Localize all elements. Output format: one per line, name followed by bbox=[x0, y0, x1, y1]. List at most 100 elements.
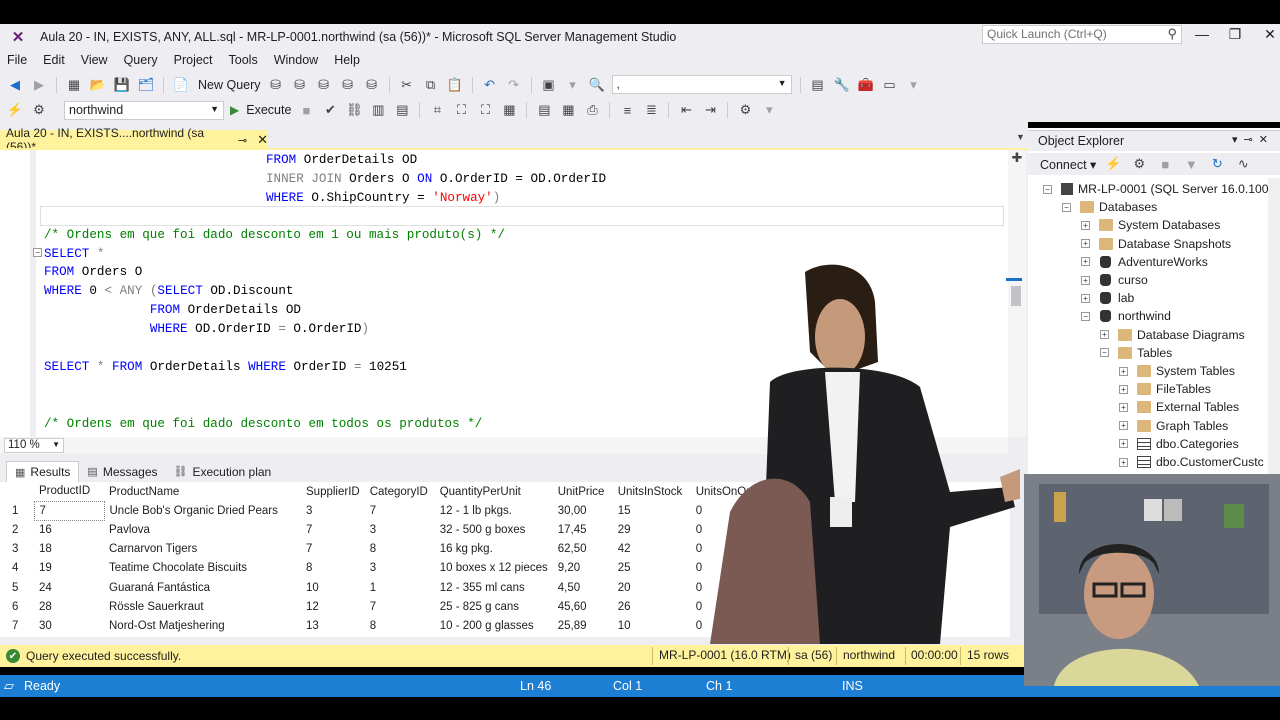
table-cell[interactable]: 4,50 bbox=[553, 578, 613, 597]
code-line[interactable]: FROM Orders O bbox=[44, 265, 142, 279]
tree-node[interactable]: + Database Snapshots bbox=[1081, 235, 1231, 253]
row-number[interactable]: 5 bbox=[0, 578, 34, 597]
expand-icon[interactable]: + bbox=[1119, 366, 1128, 376]
window-layout-icon[interactable]: ▭ bbox=[881, 76, 899, 94]
table-cell[interactable]: 45,60 bbox=[553, 597, 613, 616]
parse-checkmark-icon[interactable]: ✔ bbox=[321, 101, 339, 119]
menu-tools[interactable]: Tools bbox=[221, 53, 266, 67]
database-select[interactable]: northwind ▼ bbox=[64, 100, 224, 120]
results-to-file-icon[interactable]: ⎙ bbox=[583, 101, 601, 119]
code-line[interactable]: SELECT * bbox=[44, 247, 104, 261]
code-line[interactable]: WHERE OD.OrderID = O.OrderID) bbox=[44, 322, 369, 336]
panel-controls[interactable]: ▾⊸✕ bbox=[1232, 133, 1274, 146]
code-line[interactable]: INNER JOIN Orders O ON O.OrderID = OD.Or… bbox=[266, 172, 606, 186]
tree-node[interactable]: + FileTables bbox=[1119, 380, 1211, 398]
expand-icon[interactable]: + bbox=[1081, 275, 1090, 285]
toolbox-icon[interactable]: 🧰 bbox=[857, 76, 875, 94]
specify-values-icon[interactable]: ⚙ bbox=[736, 101, 754, 119]
row-number[interactable]: 1 bbox=[0, 501, 34, 520]
redo-icon[interactable]: ↷ bbox=[505, 76, 523, 94]
table-cell[interactable]: 17,45 bbox=[553, 520, 613, 539]
expand-icon[interactable]: + bbox=[1119, 384, 1128, 394]
query-options-icon[interactable]: ▤ bbox=[393, 101, 411, 119]
tree-node[interactable]: + Database Diagrams bbox=[1100, 326, 1245, 344]
table-cell[interactable]: 7 bbox=[301, 520, 365, 539]
expand-icon[interactable]: + bbox=[1119, 421, 1128, 431]
code-line[interactable]: SELECT * FROM OrderDetails WHERE OrderID… bbox=[44, 360, 407, 374]
results-to-grid-icon[interactable]: ▦ bbox=[559, 101, 577, 119]
include-plan-icon[interactable]: ⛶ bbox=[452, 101, 470, 119]
results-to-text-icon[interactable]: ▤ bbox=[535, 101, 553, 119]
table-cell[interactable]: 25 - 825 g cans bbox=[435, 597, 553, 616]
table-cell[interactable]: 10 bbox=[613, 616, 691, 635]
table-cell[interactable]: 15 bbox=[613, 501, 691, 520]
table-row[interactable]: 4 19 Teatime Chocolate Biscuits 8 3 10 boxes … bbox=[0, 559, 772, 578]
table-cell[interactable]: 30,00 bbox=[553, 501, 613, 520]
table-cell[interactable]: 3 bbox=[301, 501, 365, 520]
activity-monitor-icon[interactable]: ▣ bbox=[540, 76, 558, 94]
new-project-icon[interactable]: ▦ bbox=[65, 76, 83, 94]
menu-file[interactable]: File bbox=[0, 53, 35, 67]
column-header[interactable]: ProductID bbox=[34, 482, 104, 501]
column-header[interactable]: UnitPrice bbox=[553, 482, 613, 501]
table-cell[interactable]: 12 - 1 lb pkgs. bbox=[435, 501, 553, 520]
table-cell[interactable]: 3 bbox=[365, 559, 435, 578]
properties-icon[interactable]: ▤ bbox=[809, 76, 827, 94]
table-cell[interactable]: 30 bbox=[34, 616, 104, 635]
menu-query[interactable]: Query bbox=[116, 53, 166, 67]
table-cell[interactable]: 12 bbox=[301, 597, 365, 616]
column-header[interactable]: UnitsInStock bbox=[613, 482, 691, 501]
tree-node[interactable]: − Databases bbox=[1062, 198, 1157, 216]
tree-node[interactable]: − MR-LP-0001 (SQL Server 16.0.1000 bbox=[1043, 180, 1268, 198]
copy-icon[interactable]: ⧉ bbox=[422, 76, 440, 94]
collapse-icon[interactable]: − bbox=[1081, 311, 1090, 321]
code-line[interactable]: /* Ordens em que foi dado desconto em to… bbox=[44, 417, 482, 431]
table-cell[interactable]: 26 bbox=[613, 597, 691, 616]
execute-button[interactable]: ▶ Execute bbox=[230, 103, 291, 117]
row-number[interactable]: 6 bbox=[0, 597, 34, 616]
find-icon[interactable]: 🔍 bbox=[588, 76, 606, 94]
menu-window[interactable]: Window bbox=[266, 53, 326, 67]
table-cell[interactable]: 8 bbox=[365, 540, 435, 559]
table-row[interactable]: 3 18 Carnarvon Tigers 7 8 16 kg pkg. 62,50 42 0 bbox=[0, 540, 772, 559]
code-line[interactable]: WHERE O.ShipCountry = 'Norway') bbox=[266, 191, 500, 205]
xmla-query-icon[interactable]: ⛁ bbox=[339, 76, 357, 94]
save-all-icon[interactable]: 🗂 bbox=[137, 76, 155, 94]
collapse-icon[interactable]: − bbox=[1062, 202, 1071, 212]
tree-node[interactable]: + lab bbox=[1081, 289, 1134, 307]
expand-icon[interactable]: + bbox=[1100, 330, 1109, 340]
table-cell[interactable]: 28 bbox=[34, 597, 104, 616]
tree-node[interactable]: − northwind bbox=[1081, 307, 1171, 325]
table-cell[interactable]: Carnarvon Tigers bbox=[104, 540, 301, 559]
tree-node[interactable]: + System Tables bbox=[1119, 362, 1235, 380]
table-cell[interactable]: 62,50 bbox=[553, 540, 613, 559]
decrease-indent-icon[interactable]: ⇤ bbox=[677, 101, 695, 119]
change-connection-icon[interactable]: ⚙ bbox=[30, 101, 48, 119]
row-number[interactable]: 2 bbox=[0, 520, 34, 539]
table-cell[interactable]: 7 bbox=[301, 540, 365, 559]
comment-icon[interactable]: ≡ bbox=[618, 101, 636, 119]
save-icon[interactable]: 💾 bbox=[113, 76, 131, 94]
close-tab-icon[interactable]: ✕ bbox=[257, 132, 268, 148]
tree-node[interactable]: + Graph Tables bbox=[1119, 417, 1228, 435]
table-cell[interactable]: 12 - 355 ml cans bbox=[435, 578, 553, 597]
connect-dropdown[interactable]: Connect ▾ bbox=[1040, 157, 1096, 172]
cut-icon[interactable]: ✂ bbox=[398, 76, 416, 94]
uncomment-icon[interactable]: ≣ bbox=[642, 101, 660, 119]
table-cell[interactable]: Guaraná Fantástica bbox=[104, 578, 301, 597]
menu-project[interactable]: Project bbox=[166, 53, 221, 67]
table-cell[interactable]: Rössle Sauerkraut bbox=[104, 597, 301, 616]
object-explorer-scrollbar[interactable] bbox=[1268, 178, 1280, 474]
expand-icon[interactable]: + bbox=[1081, 257, 1090, 267]
table-cell[interactable]: Pavlova bbox=[104, 520, 301, 539]
zoom-select[interactable]: 110 % ▼ bbox=[4, 438, 64, 453]
table-cell[interactable]: 9,20 bbox=[553, 559, 613, 578]
menu-help[interactable]: Help bbox=[326, 53, 368, 67]
maximize-button[interactable]: ❐ bbox=[1220, 26, 1250, 46]
row-number[interactable]: 7 bbox=[0, 616, 34, 635]
pin-icon[interactable]: ⊸ bbox=[238, 134, 247, 147]
tree-node[interactable]: + dbo.Categories bbox=[1119, 435, 1239, 453]
row-number-header[interactable] bbox=[0, 482, 34, 501]
column-header[interactable]: CategoryID bbox=[365, 482, 435, 501]
tree-node[interactable]: + System Databases bbox=[1081, 216, 1220, 234]
